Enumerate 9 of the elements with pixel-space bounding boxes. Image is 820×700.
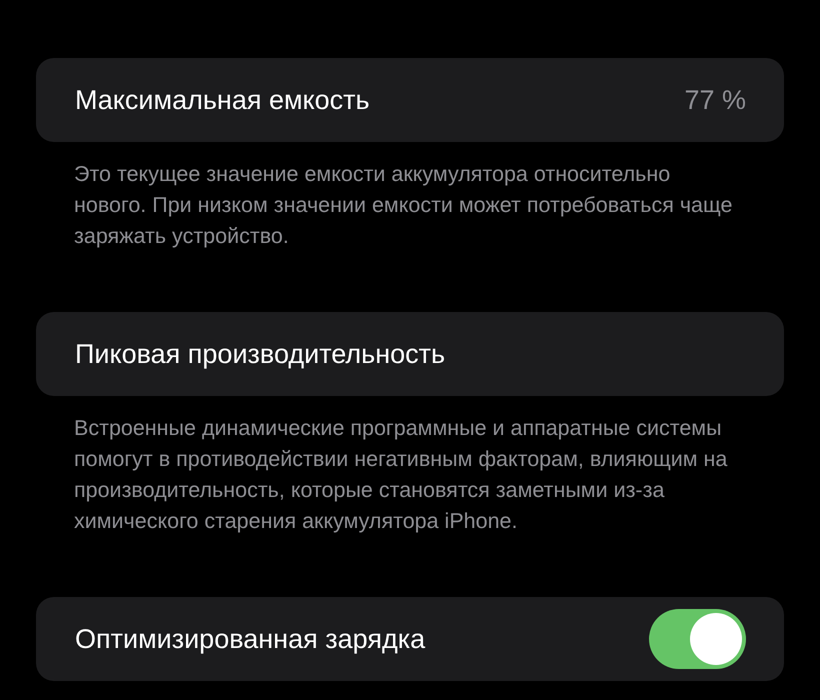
- toggle-thumb: [690, 613, 742, 665]
- settings-row[interactable]: Максимальная емкость 77 %: [36, 58, 784, 142]
- row-label: Максимальная емкость: [75, 84, 370, 117]
- row-label: Оптимизированная зарядка: [75, 622, 426, 656]
- row-description: Это текущее значение емкости аккумулятора относительно нового. При низком значении емкости может потребоваться чаще заряжать устройство.: [73, 161, 734, 250]
- row-description: Встроенные динамические программные и аппаратные системы помогут в противодействии негативным факторам, влияющим на производительность, которые становятся заметными из-за химического старения аккумулятора iPhone.: [73, 415, 728, 535]
- row-label: Пиковая производительность: [75, 338, 446, 371]
- settings-row[interactable]: Пиковая производительность: [36, 312, 784, 396]
- row-value: 77 %: [684, 84, 746, 117]
